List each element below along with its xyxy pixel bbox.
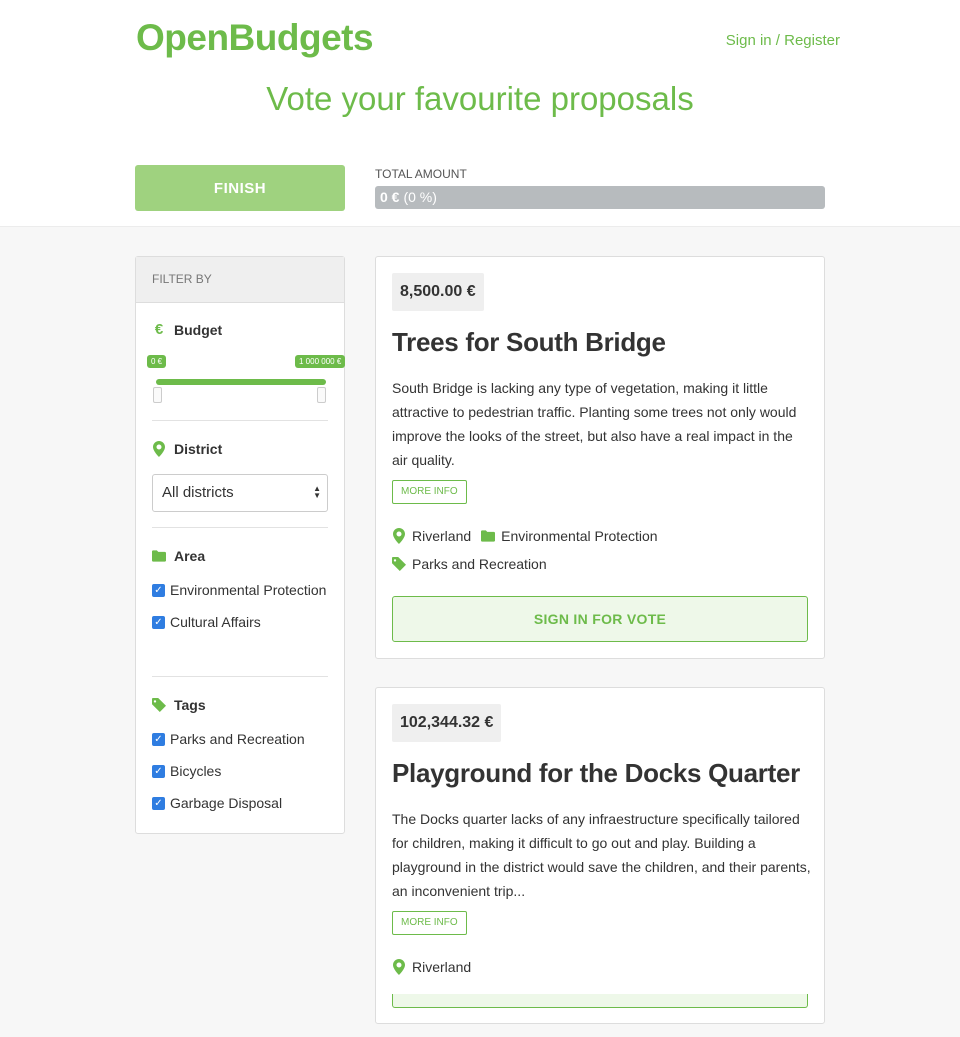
logo[interactable]: OpenBudgets — [136, 17, 374, 59]
district-select-value: All districts — [162, 484, 234, 501]
vote-button-partial[interactable] — [392, 994, 808, 1008]
map-marker-icon — [392, 959, 406, 975]
area-label: Area — [174, 548, 206, 564]
proposal-meta-row: Riverland Environmental Protection — [392, 528, 658, 544]
checkbox-checked-icon[interactable]: ✓ — [152, 584, 165, 597]
select-arrows-icon: ▲ ▼ — [313, 484, 321, 500]
proposal-description: South Bridge is lacking any type of vege… — [392, 380, 797, 468]
tag-option-label: Garbage Disposal — [170, 795, 283, 811]
folder-icon — [481, 530, 496, 542]
budget-slider-max-handle[interactable] — [317, 387, 326, 403]
area-filter: Area ✓ Environmental Protection ✓ Cultur… — [152, 548, 328, 634]
tag-option-label: Bicycles — [170, 763, 222, 779]
total-amount-percent: (0 %) — [403, 189, 437, 205]
proposal-title[interactable]: Trees for South Bridge — [392, 327, 666, 358]
district-filter-title: District — [152, 441, 328, 457]
proposal-description: The Docks quarter lacks of any infraestr… — [392, 811, 811, 899]
finish-button[interactable]: FINISH — [135, 165, 345, 211]
proposal-price: 102,344.32 € — [392, 704, 502, 742]
filter-panel: FILTER BY € Budget 0 € 1 000 000 € Distr… — [135, 256, 346, 834]
page-title: Vote your favourite proposals — [266, 80, 694, 117]
sign-in-for-vote-button[interactable]: SIGN IN FOR VOTE — [392, 596, 808, 642]
total-amount-label: TOTAL AMOUNT — [375, 167, 467, 181]
tag-option-garbage-disposal[interactable]: ✓ Garbage Disposal — [152, 791, 328, 815]
proposal-price: 8,500.00 € — [392, 273, 484, 311]
proposal-tags-row: Parks and Recreation — [392, 556, 547, 572]
tag-option-bicycles[interactable]: ✓ Bicycles — [152, 759, 328, 783]
area-option-environmental-protection[interactable]: ✓ Environmental Protection — [152, 578, 328, 602]
tag-icon — [152, 698, 166, 712]
proposal-area: Environmental Protection — [501, 528, 658, 544]
euro-icon: € — [154, 321, 164, 338]
checkbox-checked-icon[interactable]: ✓ — [152, 616, 165, 629]
filter-title: FILTER BY — [136, 257, 344, 303]
proposal-district: Riverland — [412, 528, 472, 544]
tag-option-label: Parks and Recreation — [170, 731, 305, 747]
more-info-button[interactable]: MORE INFO — [392, 480, 467, 504]
proposal-district: Riverland — [412, 959, 472, 975]
divider — [152, 527, 328, 528]
divider — [152, 420, 328, 421]
checkbox-checked-icon[interactable]: ✓ — [152, 797, 165, 810]
budget-min-tooltip: 0 € — [147, 355, 167, 368]
budget-filter-title: € Budget — [152, 321, 328, 338]
area-option-label: Cultural Affairs — [170, 614, 261, 630]
proposal-card: 102,344.32 € Playground for the Docks Qu… — [375, 687, 825, 1024]
total-amount-value: 0 € — [380, 189, 400, 205]
more-info-button[interactable]: MORE INFO — [392, 911, 467, 935]
map-marker-icon — [152, 441, 166, 457]
proposal-meta-row: Riverland — [392, 959, 471, 975]
tags-filter: Tags ✓ Parks and Recreation ✓ Bicycles ✓… — [152, 697, 328, 815]
tag-option-parks-and-recreation[interactable]: ✓ Parks and Recreation — [152, 727, 328, 751]
checkbox-checked-icon[interactable]: ✓ — [152, 733, 165, 746]
budget-label: Budget — [174, 321, 223, 338]
divider — [152, 676, 328, 677]
district-label: District — [174, 441, 223, 457]
tags-label: Tags — [174, 697, 206, 713]
map-marker-icon — [392, 528, 406, 544]
area-option-label: Environmental Protection — [170, 582, 327, 598]
proposal-card: 8,500.00 € Trees for South Bridge South … — [375, 256, 825, 659]
area-option-cultural-affairs[interactable]: ✓ Cultural Affairs — [152, 610, 328, 634]
total-amount-bar: 0 € (0 %) — [375, 186, 825, 209]
budget-max-tooltip: 1 000 000 € — [295, 355, 346, 368]
budget-slider-track[interactable] — [156, 379, 326, 385]
budget-slider-min-handle[interactable] — [153, 387, 162, 403]
signin-register-link[interactable]: Sign in / Register — [726, 32, 840, 49]
folder-icon — [152, 550, 166, 562]
district-select[interactable]: All districts ▲ ▼ — [152, 474, 328, 512]
tag-icon — [392, 557, 406, 571]
checkbox-checked-icon[interactable]: ✓ — [152, 765, 165, 778]
header: OpenBudgets Sign in / Register Vote your… — [0, 0, 960, 227]
proposal-title[interactable]: Playground for the Docks Quarter — [392, 758, 800, 789]
proposal-tag: Parks and Recreation — [412, 556, 547, 572]
